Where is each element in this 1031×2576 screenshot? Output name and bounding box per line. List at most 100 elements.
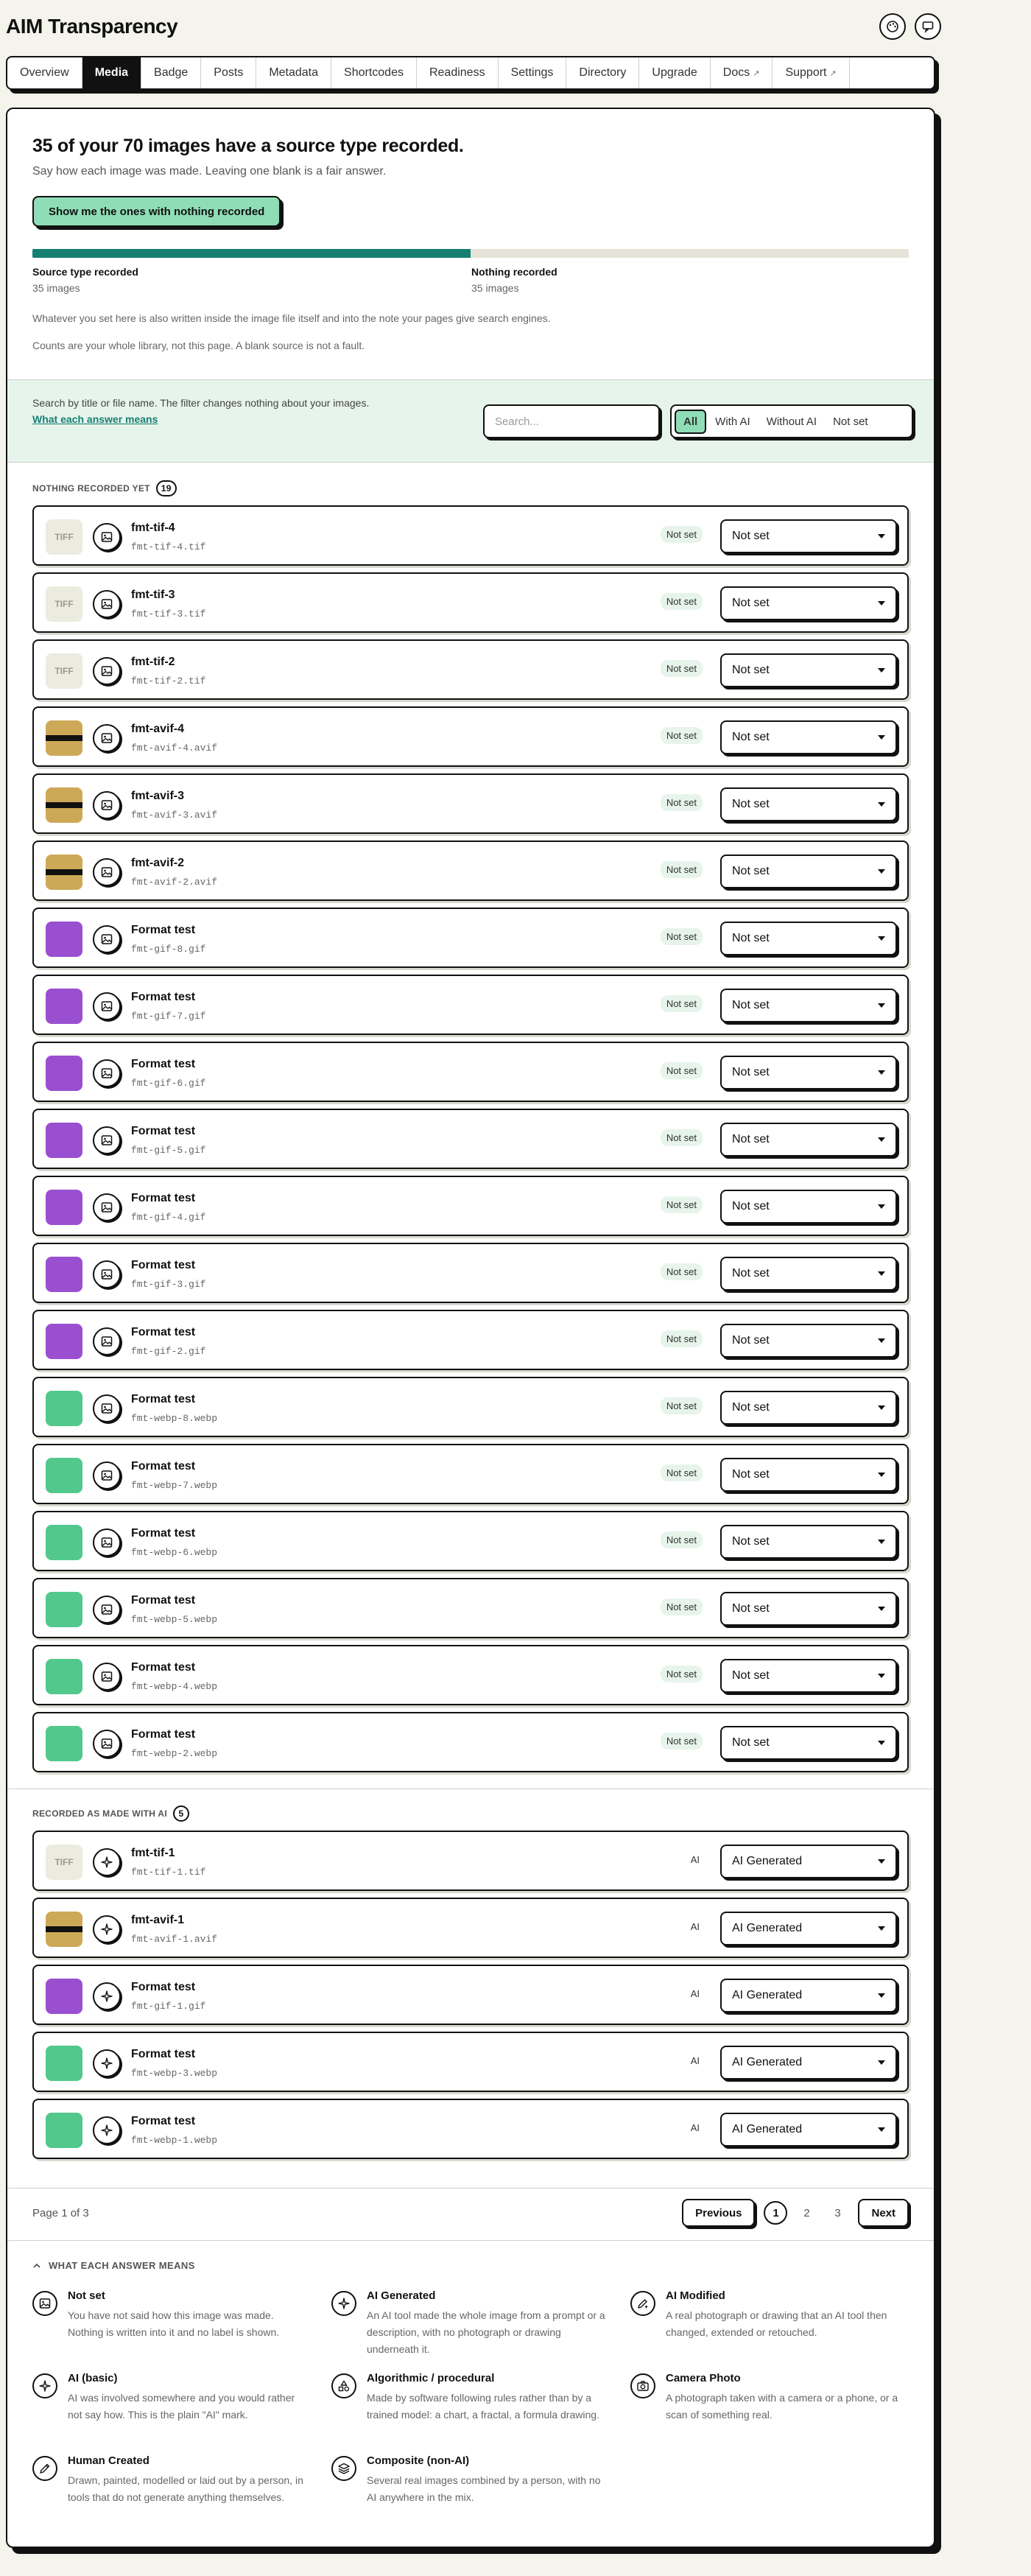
search-input[interactable]	[483, 404, 660, 438]
tab-directory[interactable]: Directory	[566, 57, 640, 88]
image-icon[interactable]	[93, 1126, 121, 1154]
status-badge: Not set	[660, 995, 703, 1012]
image-icon[interactable]	[93, 590, 121, 618]
chevron-down-icon	[878, 1859, 885, 1864]
select-value: Not set	[732, 1267, 770, 1280]
image-icon[interactable]	[93, 1193, 121, 1221]
source-type-select[interactable]: Not set	[720, 1458, 897, 1492]
image-icon[interactable]	[93, 1596, 121, 1624]
source-type-select[interactable]: Not set	[720, 1123, 897, 1157]
tab-docs[interactable]: Docs ↗	[711, 57, 773, 88]
media-row: Format test fmt-gif-4.gif Not set Not set	[32, 1176, 909, 1236]
tab-overview[interactable]: Overview	[7, 57, 82, 88]
source-type-select[interactable]: Not set	[720, 854, 897, 888]
image-filename: fmt-webp-4.webp	[131, 1681, 218, 1692]
page-1-button[interactable]: 1	[764, 2201, 788, 2225]
image-icon[interactable]	[93, 1327, 121, 1355]
image-filename: fmt-webp-6.webp	[131, 1547, 218, 1558]
filter-without-ai[interactable]: Without AI	[759, 410, 824, 433]
image-icon[interactable]	[93, 858, 121, 886]
source-type-select[interactable]: Not set	[720, 1056, 897, 1089]
filter-with-ai[interactable]: With AI	[708, 410, 758, 433]
image-title: Format test	[131, 1192, 196, 1204]
image-icon[interactable]	[93, 1730, 121, 1758]
source-type-select[interactable]: AI Generated	[720, 2113, 897, 2147]
sparkle-icon[interactable]	[93, 2049, 121, 2077]
source-type-select[interactable]: Not set	[720, 1592, 897, 1626]
source-type-select[interactable]: Not set	[720, 1190, 897, 1224]
palette-icon[interactable]	[879, 13, 906, 40]
source-type-select[interactable]: AI Generated	[720, 1912, 897, 1945]
sparkle-icon[interactable]	[93, 1848, 121, 1876]
image-icon[interactable]	[93, 1663, 121, 1691]
source-type-select[interactable]: Not set	[720, 989, 897, 1022]
tab-upgrade[interactable]: Upgrade	[639, 57, 711, 88]
source-type-select[interactable]: AI Generated	[720, 1845, 897, 1878]
tab-label: Overview	[20, 66, 69, 79]
image-icon[interactable]	[93, 925, 121, 953]
source-type-select[interactable]: Not set	[720, 1726, 897, 1760]
image-icon[interactable]	[93, 657, 121, 685]
tab-readiness[interactable]: Readiness	[417, 57, 499, 88]
image-icon[interactable]	[93, 523, 121, 551]
tab-media[interactable]: Media	[82, 57, 142, 88]
image-icon[interactable]	[93, 724, 121, 752]
chevron-down-icon	[878, 1204, 885, 1209]
image-thumbnail: TIFF	[46, 519, 82, 555]
legend-item-desc: AI was involved somewhere and you would …	[68, 2392, 295, 2421]
legend-item-desc: Made by software following rules rather …	[367, 2392, 599, 2421]
missing-label: Nothing recorded	[471, 266, 557, 278]
image-icon[interactable]	[93, 1394, 121, 1422]
source-type-select[interactable]: Not set	[720, 1391, 897, 1425]
source-type-select[interactable]: AI Generated	[720, 1979, 897, 2012]
image-filename: fmt-avif-3.avif	[131, 810, 218, 821]
filter-all[interactable]: All	[675, 409, 707, 434]
media-row: Format test fmt-gif-6.gif Not set Not set	[32, 1042, 909, 1102]
tab-metadata[interactable]: Metadata	[256, 57, 332, 88]
chat-icon[interactable]	[915, 13, 941, 40]
page-3-button[interactable]: 3	[826, 2201, 849, 2225]
sparkle-icon[interactable]	[93, 1982, 121, 2010]
image-icon[interactable]	[93, 1260, 121, 1288]
image-icon[interactable]	[93, 791, 121, 819]
source-type-select[interactable]: AI Generated	[720, 2046, 897, 2080]
sparkle-icon[interactable]	[93, 2116, 121, 2144]
progress-bar	[32, 249, 909, 258]
sparkle-icon	[331, 2291, 356, 2316]
source-type-select[interactable]: Not set	[720, 1659, 897, 1693]
tab-posts[interactable]: Posts	[201, 57, 257, 88]
show-unrecorded-button[interactable]: Show me the ones with nothing recorded	[32, 196, 281, 227]
image-thumbnail	[46, 1391, 82, 1426]
media-row: Format test fmt-webp-4.webp Not set Not set	[32, 1645, 909, 1705]
tab-settings[interactable]: Settings	[499, 57, 567, 88]
source-type-select[interactable]: Not set	[720, 519, 897, 553]
filter-help-text: Search by title or file name. The filter…	[32, 397, 370, 409]
filter-not-set[interactable]: Not set	[826, 410, 876, 433]
previous-button[interactable]: Previous	[682, 2199, 756, 2227]
image-icon[interactable]	[93, 1461, 121, 1489]
source-type-select[interactable]: Not set	[720, 1257, 897, 1291]
tab-label: Shortcodes	[344, 66, 404, 79]
tab-badge[interactable]: Badge	[141, 57, 202, 88]
tab-support[interactable]: Support ↗	[773, 57, 850, 88]
source-type-select[interactable]: Not set	[720, 586, 897, 620]
source-type-select[interactable]: Not set	[720, 720, 897, 754]
source-type-select[interactable]: Not set	[720, 922, 897, 955]
source-type-select[interactable]: Not set	[720, 1525, 897, 1559]
image-icon[interactable]	[93, 992, 121, 1020]
source-type-select[interactable]: Not set	[720, 1324, 897, 1358]
page-2-button[interactable]: 2	[795, 2201, 818, 2225]
sparkle-icon[interactable]	[93, 1915, 121, 1943]
legend-toggle[interactable]: WHAT EACH ANSWER MEANS	[32, 2260, 195, 2271]
legend-item-title: AI Modified	[666, 2289, 725, 2302]
next-button[interactable]: Next	[858, 2199, 909, 2227]
image-icon[interactable]	[93, 1529, 121, 1557]
image-filename: fmt-avif-1.avif	[131, 1934, 218, 1945]
media-row: Format test fmt-webp-7.webp Not set Not set	[32, 1444, 909, 1504]
image-filename: fmt-gif-2.gif	[131, 1346, 206, 1357]
image-icon[interactable]	[93, 1059, 121, 1087]
source-type-select[interactable]: Not set	[720, 787, 897, 821]
answer-meanings-link[interactable]: What each answer means	[32, 413, 158, 425]
tab-shortcodes[interactable]: Shortcodes	[331, 57, 417, 88]
source-type-select[interactable]: Not set	[720, 653, 897, 687]
